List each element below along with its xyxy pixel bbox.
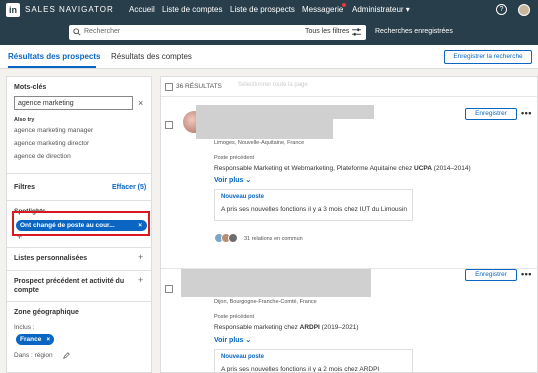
prev-prospect-label-2[interactable]: compte (14, 287, 39, 294)
divider (7, 270, 151, 271)
previous-position-label: Poste précédent (214, 314, 255, 320)
plus-icon[interactable]: + (138, 275, 143, 285)
close-icon[interactable]: × (138, 98, 143, 108)
results-count: 36 RÉSULTATS (176, 83, 222, 90)
close-icon[interactable]: × (46, 336, 50, 343)
previous-position-label: Poste précédent (214, 155, 255, 161)
search-input[interactable]: Rechercher Tous les filtres (69, 25, 366, 40)
previous-company[interactable]: UCPA (414, 165, 432, 172)
close-icon[interactable]: × (138, 220, 142, 231)
news-text: A pris ses nouvelles fonctions il y a 3 … (221, 206, 407, 213)
previous-dates: (2019–2021) (319, 324, 359, 331)
brand-name[interactable]: SALES NAVIGATOR (25, 5, 114, 14)
notification-dot-icon (342, 3, 346, 7)
spotlight-chip-label: Ont changé de poste au cour... (20, 222, 115, 229)
suggestion-item[interactable]: agence marketing director (14, 140, 89, 147)
previous-position-title: Responsable marketing chez (214, 324, 300, 331)
prev-prospect-label[interactable]: Prospect précédent et activité du (14, 278, 124, 285)
nav-link-lead-lists[interactable]: Liste de prospects (230, 5, 295, 14)
results-header: 36 RÉSULTATS Sélectionner toute la page (161, 77, 537, 97)
all-filters-button[interactable]: Tous les filtres (305, 28, 349, 35)
clear-filters-button[interactable]: Effacer (5) (112, 184, 146, 191)
geo-chip-label: France (20, 336, 42, 343)
news-box[interactable]: Nouveau poste A pris ses nouvelles fonct… (214, 349, 413, 373)
avatar (228, 233, 238, 243)
top-nav: in SALES NAVIGATOR Accueil Liste de comp… (0, 0, 538, 20)
location: Dijon, Bourgogne-Franche-Comté, France (214, 299, 317, 305)
save-search-button[interactable]: Enregistrer la recherche (444, 50, 532, 64)
divider (7, 173, 151, 174)
previous-company[interactable]: ARDPI (300, 324, 320, 331)
plus-icon[interactable]: + (17, 232, 22, 242)
linkedin-logo-icon[interactable]: in (6, 3, 20, 17)
shared-connections[interactable]: 31 relations en commun (244, 236, 303, 242)
tab-account-results[interactable]: Résultats des comptes (111, 52, 192, 61)
results-tabs: Résultats des prospects Résultats des co… (0, 45, 538, 69)
search-placeholder: Rechercher (84, 28, 121, 35)
sliders-icon[interactable] (352, 28, 361, 36)
redacted-name (196, 105, 374, 119)
divider (7, 200, 151, 201)
avatar[interactable] (518, 4, 530, 16)
save-lead-button[interactable]: Enregistrer (465, 108, 517, 120)
previous-position: Responsable Marketing et Webmarketing, P… (214, 165, 471, 172)
filters-title: Filtres (14, 184, 36, 191)
result-checkbox[interactable] (165, 121, 173, 129)
select-all-checkbox[interactable] (165, 83, 173, 91)
location: Limoges, Nouvelle-Aquitaine, France (214, 140, 305, 146)
redacted-headline (196, 119, 333, 139)
more-icon[interactable]: ••• (521, 269, 532, 279)
news-text: A pris ses nouvelles fonctions il y a 2 … (221, 366, 380, 373)
tab-lead-results[interactable]: Résultats des prospects (8, 52, 100, 61)
news-box[interactable]: Nouveau poste A pris ses nouvelles fonct… (214, 189, 413, 221)
previous-dates: (2014–2014) (431, 165, 471, 172)
nav-link-messaging[interactable]: Messagerie (302, 5, 343, 14)
see-more-link[interactable]: Voir plus ⌄ (214, 176, 251, 184)
nav-link-admin[interactable]: Administrateur ▾ (352, 5, 410, 14)
spotlight-chip[interactable]: Ont changé de poste au cour... × (16, 220, 147, 231)
previous-position-title: Responsable Marketing et Webmarketing, P… (214, 165, 415, 172)
pencil-icon[interactable] (63, 352, 70, 359)
previous-position: Responsable marketing chez ARDPI (2019–2… (214, 324, 359, 331)
suggestion-item[interactable]: agence marketing manager (14, 127, 93, 134)
news-title: Nouveau poste (221, 194, 265, 200)
results-panel: 36 RÉSULTATS Sélectionner toute la page … (160, 76, 538, 373)
save-lead-button[interactable]: Enregistrer (465, 269, 517, 281)
more-icon[interactable]: ••• (521, 108, 532, 118)
search-row: Rechercher Tous les filtres Recherches e… (0, 20, 538, 45)
custom-lists-label[interactable]: Listes personnalisées (14, 255, 87, 262)
geo-label: Zone géographique (14, 309, 79, 316)
keywords-input[interactable]: agence marketing (14, 96, 133, 110)
region-label: Dans : région (14, 352, 53, 359)
keywords-title: Mots-clés (14, 84, 47, 91)
divider (7, 301, 151, 302)
help-icon[interactable]: ? (496, 4, 507, 15)
active-tab-indicator (8, 66, 96, 68)
news-title: Nouveau poste (221, 354, 265, 360)
see-more-link[interactable]: Voir plus ⌄ (214, 336, 251, 344)
result-card: Limoges, Nouvelle-Aquitaine, France Post… (161, 97, 537, 269)
result-card: Dijon, Bourgogne-Franche-Comté, France P… (161, 269, 537, 373)
redacted-name (181, 269, 371, 297)
nav-link-home[interactable]: Accueil (129, 5, 155, 14)
select-page-link[interactable]: Sélectionner toute la page (238, 82, 308, 88)
filter-panel: Mots-clés agence marketing × Also try ag… (6, 76, 152, 373)
suggestion-item[interactable]: agence de direction (14, 153, 71, 160)
geo-chip[interactable]: France × (16, 334, 55, 345)
plus-icon[interactable]: + (138, 252, 143, 262)
search-icon (73, 28, 81, 36)
saved-searches-link[interactable]: Recherches enregistrées (375, 28, 453, 35)
divider (7, 247, 151, 248)
result-checkbox[interactable] (165, 285, 173, 293)
also-try-label: Also try (14, 117, 35, 123)
nav-link-account-lists[interactable]: Liste de comptes (162, 5, 222, 14)
included-label: Inclus : (14, 324, 35, 331)
